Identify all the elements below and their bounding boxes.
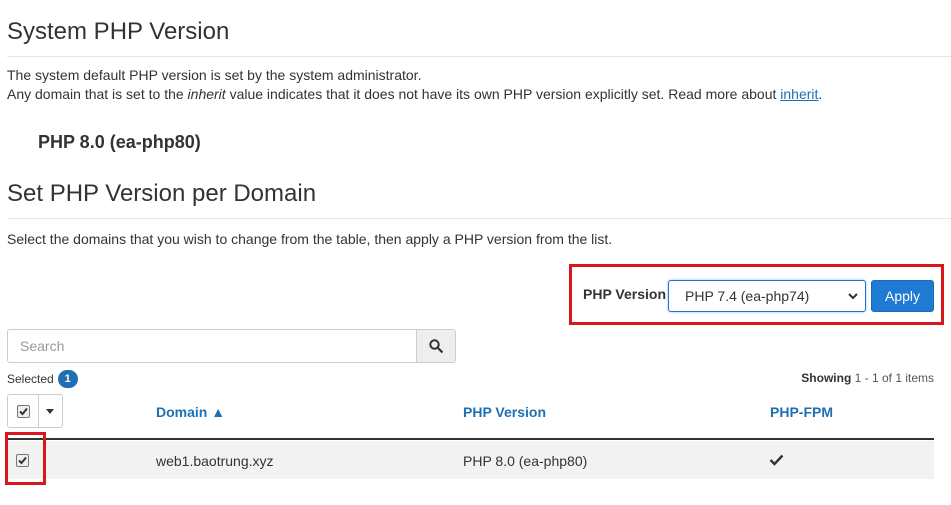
apply-button[interactable]: Apply (871, 280, 934, 312)
showing-range: 1 - 1 of 1 items (854, 371, 934, 385)
selected-count-badge: 1 (57, 370, 78, 388)
table-header-divider (7, 438, 934, 440)
pagination-summary: Showing 1 - 1 of 1 items (801, 371, 934, 385)
divider (7, 56, 951, 57)
php-version-select-value: PHP 7.4 (ea-php74) (685, 288, 810, 304)
system-description: The system default PHP version is set by… (7, 66, 822, 104)
column-header-domain[interactable]: Domain ▲ (156, 404, 225, 420)
select-all-group (7, 394, 63, 428)
select-all-checkbox[interactable] (17, 405, 30, 418)
divider (38, 395, 39, 427)
search-placeholder: Search (20, 338, 65, 354)
php-version-page: System PHP Version The system default PH… (0, 0, 951, 505)
desc-text: . (818, 86, 823, 102)
column-header-php-version[interactable]: PHP Version (463, 404, 546, 420)
search-icon (429, 339, 443, 353)
search-input[interactable]: Search (7, 329, 417, 363)
system-description-line1: The system default PHP version is set by… (7, 67, 422, 83)
check-icon (19, 407, 28, 416)
showing-label: Showing (801, 371, 852, 385)
php-version-label: PHP Version (583, 286, 667, 302)
column-header-php-fpm[interactable]: PHP-FPM (770, 404, 833, 420)
caret-down-icon[interactable] (46, 409, 54, 415)
chevron-down-icon (848, 293, 858, 300)
per-domain-title: Set PHP Version per Domain (7, 180, 317, 207)
selected-label: Selected (7, 372, 54, 386)
annotation-highlight-row-checkbox (5, 432, 46, 485)
check-icon (769, 454, 784, 466)
divider (7, 218, 951, 219)
selected-count: Selected 1 (7, 370, 78, 388)
inherit-link[interactable]: inherit (780, 86, 818, 102)
per-domain-instructions: Select the domains that you wish to chan… (7, 231, 613, 247)
row-domain: web1.baotrung.xyz (156, 453, 274, 469)
inherit-emphasis: inherit (187, 86, 226, 102)
desc-text: Any domain that is set to the (7, 86, 188, 102)
system-description-line2: Any domain that is set to the inherit va… (7, 85, 822, 104)
system-php-version-title: System PHP Version (7, 18, 230, 45)
row-php-version: PHP 8.0 (ea-php80) (463, 453, 588, 469)
current-system-php-version: PHP 8.0 (ea-php80) (38, 132, 201, 152)
desc-text: value indicates that it does not have it… (225, 86, 781, 102)
php-version-select[interactable]: PHP 7.4 (ea-php74) (668, 280, 866, 312)
search-button[interactable] (416, 329, 456, 363)
